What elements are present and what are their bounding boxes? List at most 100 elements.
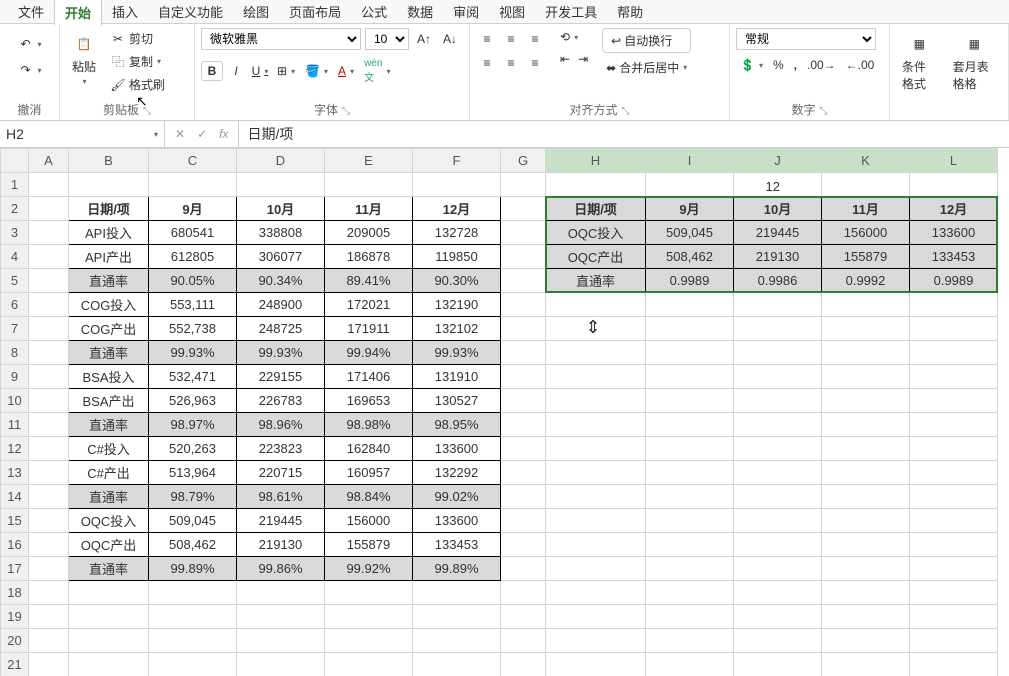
cell-I6[interactable] — [646, 293, 734, 317]
cell-I11[interactable] — [646, 413, 734, 437]
cell-E12[interactable]: 162840 — [325, 437, 413, 461]
cell-E10[interactable]: 169653 — [325, 389, 413, 413]
cell-L14[interactable] — [910, 485, 998, 509]
cell-K20[interactable] — [822, 629, 910, 653]
indent-button[interactable]: ⇥ — [574, 50, 592, 68]
cell-F21[interactable] — [413, 653, 501, 676]
row-header-19[interactable]: 19 — [1, 605, 29, 629]
cell-C13[interactable]: 513,964 — [149, 461, 237, 485]
cell-E7[interactable]: 171911 — [325, 317, 413, 341]
cell-B13[interactable]: C#产出 — [69, 461, 149, 485]
menu-绘图[interactable]: 绘图 — [233, 0, 279, 24]
cell-C2[interactable]: 9月 — [149, 197, 237, 221]
cell-K15[interactable] — [822, 509, 910, 533]
cell-I9[interactable] — [646, 365, 734, 389]
cell-A9[interactable] — [29, 365, 69, 389]
cell-E5[interactable]: 89.41% — [325, 269, 413, 293]
cell-D18[interactable] — [237, 581, 325, 605]
row-header-7[interactable]: 7 — [1, 317, 29, 341]
number-format-select[interactable]: 常规 — [736, 28, 876, 50]
cell-L1[interactable] — [910, 173, 998, 197]
name-box[interactable]: H2▾ — [0, 121, 165, 147]
cell-D15[interactable]: 219445 — [237, 509, 325, 533]
enter-formula-button[interactable]: ✓ — [193, 125, 211, 143]
row-header-14[interactable]: 14 — [1, 485, 29, 509]
cell-A1[interactable] — [29, 173, 69, 197]
font-color-button[interactable]: A▾ — [334, 62, 358, 80]
cell-B7[interactable]: COG产出 — [69, 317, 149, 341]
currency-button[interactable]: 💲▾ — [736, 56, 767, 74]
cell-K5[interactable]: 0.9992 — [822, 269, 910, 293]
outdent-button[interactable]: ⇤ — [556, 50, 574, 68]
cell-C11[interactable]: 98.97% — [149, 413, 237, 437]
worksheet[interactable]: ABCDEFGHIJKL12日期/项9月10月11月12月日期/项9月10月11… — [0, 148, 1009, 676]
cell-I21[interactable] — [646, 653, 734, 676]
row-header-21[interactable]: 21 — [1, 653, 29, 676]
cell-H11[interactable] — [546, 413, 646, 437]
cell-H21[interactable] — [546, 653, 646, 676]
cell-K11[interactable] — [822, 413, 910, 437]
undo-button[interactable]: ↶▾ — [13, 34, 45, 54]
cell-H2[interactable]: 日期/项 — [546, 197, 646, 221]
cell-A12[interactable] — [29, 437, 69, 461]
row-header-17[interactable]: 17 — [1, 557, 29, 581]
cell-F5[interactable]: 90.30% — [413, 269, 501, 293]
cell-B9[interactable]: BSA投入 — [69, 365, 149, 389]
menu-审阅[interactable]: 审阅 — [443, 0, 489, 24]
cell-B2[interactable]: 日期/项 — [69, 197, 149, 221]
cell-E18[interactable] — [325, 581, 413, 605]
cell-G20[interactable] — [501, 629, 546, 653]
number-dialog-icon[interactable]: ⤡ — [820, 106, 828, 117]
cell-J15[interactable] — [734, 509, 822, 533]
cell-J3[interactable]: 219445 — [734, 221, 822, 245]
row-header-15[interactable]: 15 — [1, 509, 29, 533]
col-header-E[interactable]: E — [325, 149, 413, 173]
cell-A19[interactable] — [29, 605, 69, 629]
cell-B6[interactable]: COG投入 — [69, 293, 149, 317]
cell-E20[interactable] — [325, 629, 413, 653]
cell-H20[interactable] — [546, 629, 646, 653]
cell-J12[interactable] — [734, 437, 822, 461]
menu-页面布局[interactable]: 页面布局 — [279, 0, 351, 24]
cell-H16[interactable] — [546, 533, 646, 557]
cell-J9[interactable] — [734, 365, 822, 389]
cell-D11[interactable]: 98.96% — [237, 413, 325, 437]
cell-F3[interactable]: 132728 — [413, 221, 501, 245]
cell-F10[interactable]: 130527 — [413, 389, 501, 413]
cell-J11[interactable] — [734, 413, 822, 437]
cell-L13[interactable] — [910, 461, 998, 485]
cell-D7[interactable]: 248725 — [237, 317, 325, 341]
cell-G4[interactable] — [501, 245, 546, 269]
cell-F6[interactable]: 132190 — [413, 293, 501, 317]
cell-E9[interactable]: 171406 — [325, 365, 413, 389]
cell-B5[interactable]: 直通率 — [69, 269, 149, 293]
cell-D12[interactable]: 223823 — [237, 437, 325, 461]
menu-开始[interactable]: 开始 — [54, 0, 102, 26]
menu-数据[interactable]: 数据 — [397, 0, 443, 24]
cell-C1[interactable] — [149, 173, 237, 197]
cell-K2[interactable]: 11月 — [822, 197, 910, 221]
cell-C3[interactable]: 680541 — [149, 221, 237, 245]
cell-B18[interactable] — [69, 581, 149, 605]
phonetic-button[interactable]: wén文▾ — [360, 56, 394, 86]
cell-B14[interactable]: 直通率 — [69, 485, 149, 509]
cell-C21[interactable] — [149, 653, 237, 676]
cell-G18[interactable] — [501, 581, 546, 605]
cell-C12[interactable]: 520,263 — [149, 437, 237, 461]
cell-D6[interactable]: 248900 — [237, 293, 325, 317]
cell-L18[interactable] — [910, 581, 998, 605]
cell-J7[interactable] — [734, 317, 822, 341]
cell-L11[interactable] — [910, 413, 998, 437]
cell-C10[interactable]: 526,963 — [149, 389, 237, 413]
border-button[interactable]: ⊞▾ — [273, 62, 299, 80]
cell-F7[interactable]: 132102 — [413, 317, 501, 341]
cell-G6[interactable] — [501, 293, 546, 317]
cell-H9[interactable] — [546, 365, 646, 389]
cell-K7[interactable] — [822, 317, 910, 341]
cell-L9[interactable] — [910, 365, 998, 389]
row-header-16[interactable]: 16 — [1, 533, 29, 557]
comma-button[interactable]: , — [790, 56, 801, 74]
cell-F20[interactable] — [413, 629, 501, 653]
italic-button[interactable]: I — [225, 62, 247, 80]
cell-L17[interactable] — [910, 557, 998, 581]
